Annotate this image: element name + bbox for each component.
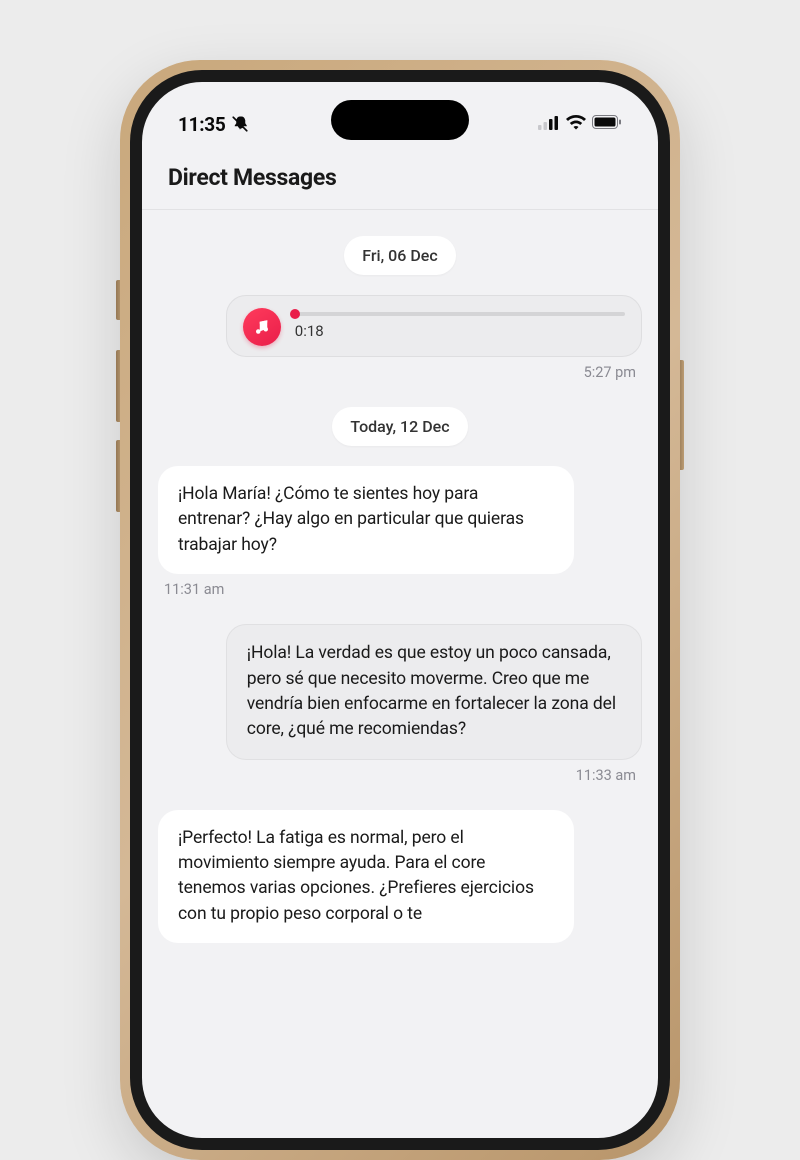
message-bubble-incoming[interactable]: ¡Hola María! ¿Cómo te sientes hoy para e… bbox=[158, 466, 574, 574]
audio-progress-handle[interactable] bbox=[290, 309, 300, 319]
message-timestamp: 11:33 am bbox=[576, 767, 642, 784]
battery-icon bbox=[592, 115, 622, 134]
message-bubble-incoming[interactable]: ¡Perfecto! La fatiga es normal, pero el … bbox=[158, 810, 574, 944]
side-button bbox=[116, 350, 122, 422]
message-group: ¡Perfecto! La fatiga es normal, pero el … bbox=[158, 810, 642, 944]
side-button bbox=[116, 280, 122, 320]
date-separator: Today, 12 Dec bbox=[158, 407, 642, 446]
phone-body: 11:35 bbox=[130, 70, 670, 1150]
message-timestamp: 5:27 pm bbox=[584, 364, 642, 381]
page-title: Direct Messages bbox=[168, 164, 632, 191]
phone-frame: 11:35 bbox=[120, 60, 680, 1160]
signal-icon bbox=[538, 115, 560, 134]
audio-track-container: 0:18 bbox=[295, 308, 625, 340]
side-button bbox=[116, 440, 122, 512]
screen: 11:35 bbox=[142, 82, 658, 1138]
message-timestamp: 11:31 am bbox=[158, 581, 224, 598]
music-note-icon[interactable] bbox=[243, 308, 281, 346]
date-pill: Fri, 06 Dec bbox=[344, 236, 455, 275]
chat-header: Direct Messages bbox=[142, 150, 658, 210]
side-button bbox=[678, 360, 684, 470]
wifi-icon bbox=[566, 115, 586, 134]
dynamic-island bbox=[331, 100, 469, 140]
audio-duration: 0:18 bbox=[295, 322, 625, 340]
chat-area[interactable]: Fri, 06 Dec bbox=[142, 210, 658, 1131]
status-left: 11:35 bbox=[178, 113, 249, 136]
message-bubble-outgoing[interactable]: ¡Hola! La verdad es que estoy un poco ca… bbox=[226, 624, 642, 760]
audio-message[interactable]: 0:18 bbox=[226, 295, 642, 357]
status-right bbox=[538, 115, 622, 134]
date-pill: Today, 12 Dec bbox=[332, 407, 467, 446]
date-separator: Fri, 06 Dec bbox=[158, 236, 642, 275]
bell-silent-icon bbox=[231, 115, 249, 133]
message-group: 0:18 5:27 pm bbox=[158, 295, 642, 381]
audio-progress-track[interactable] bbox=[295, 312, 625, 316]
message-group: ¡Hola! La verdad es que estoy un poco ca… bbox=[158, 624, 642, 784]
message-group: ¡Hola María! ¿Cómo te sientes hoy para e… bbox=[158, 466, 642, 598]
status-time: 11:35 bbox=[178, 113, 225, 136]
